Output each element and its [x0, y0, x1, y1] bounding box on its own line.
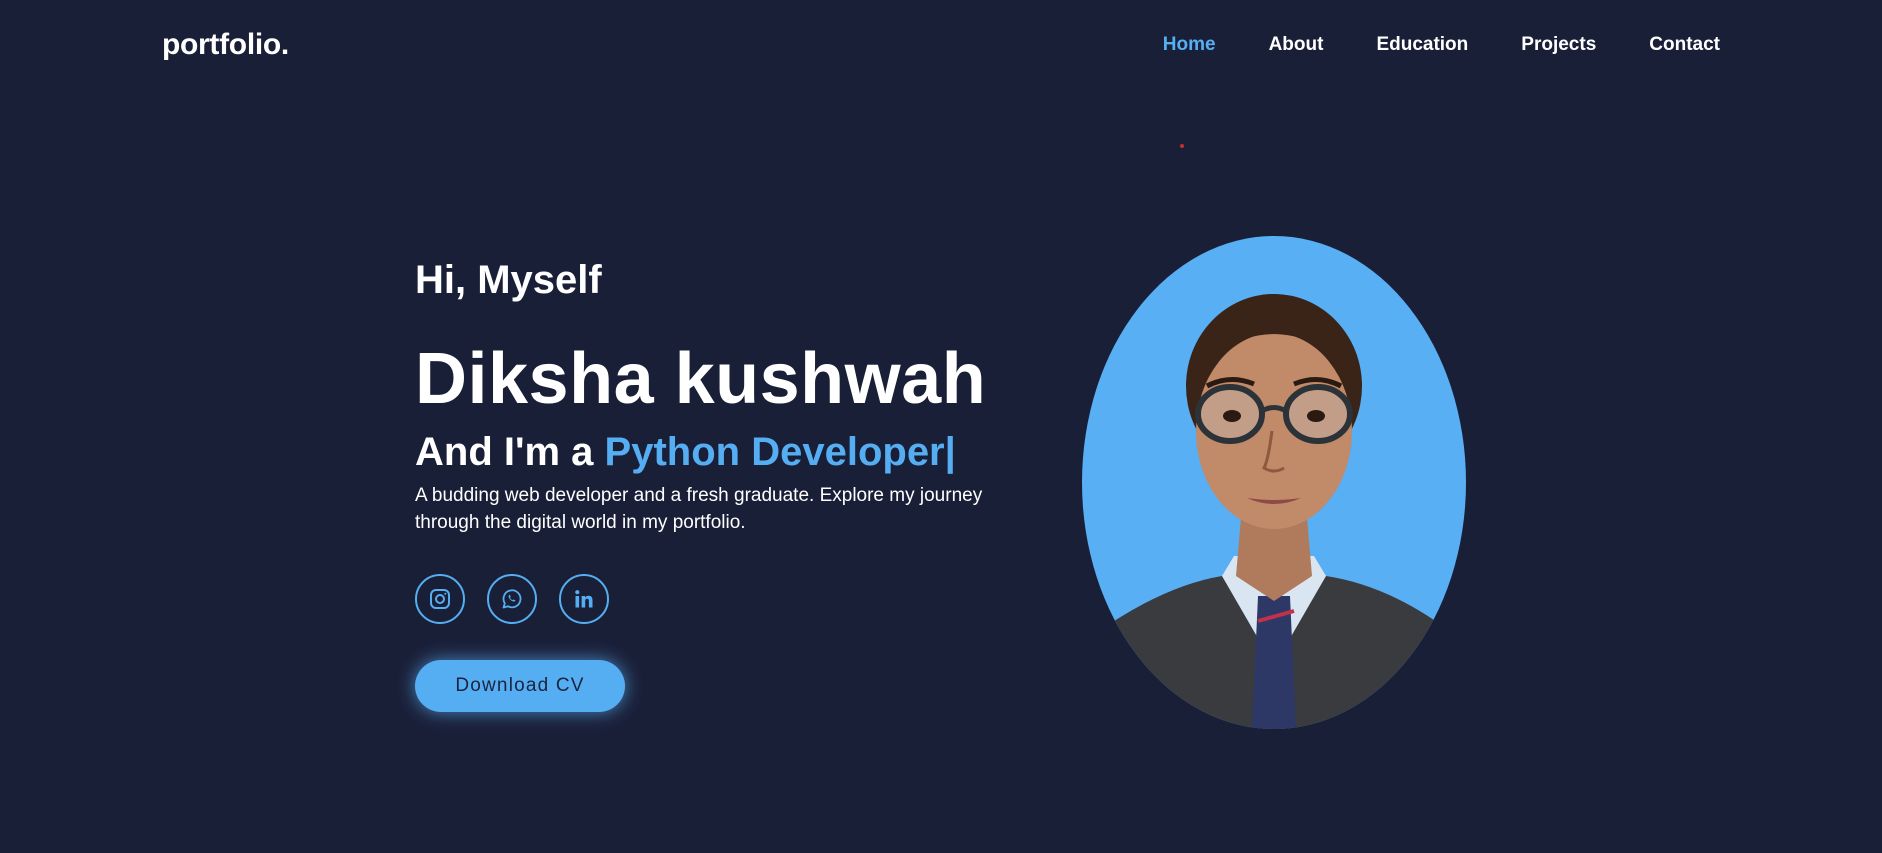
role-highlight: Python Developer|	[604, 430, 956, 474]
instagram-link[interactable]	[415, 574, 465, 624]
nav-projects[interactable]: Projects	[1521, 34, 1596, 56]
nav-contact[interactable]: Contact	[1649, 34, 1720, 56]
nav-education[interactable]: Education	[1376, 34, 1468, 56]
download-cv-button[interactable]: Download CV	[415, 660, 625, 712]
profile-photo	[1082, 236, 1466, 729]
decorative-dot	[1180, 144, 1184, 148]
role-prefix: And I'm a	[415, 430, 594, 474]
logo[interactable]: portfolio.	[162, 28, 289, 62]
main-nav: Home About Education Projects Contact	[1163, 34, 1720, 56]
nav-home[interactable]: Home	[1163, 34, 1216, 56]
nav-about[interactable]: About	[1269, 34, 1324, 56]
page: portfolio. Home About Education Projects…	[0, 0, 1882, 853]
whatsapp-icon	[502, 589, 522, 609]
whatsapp-link[interactable]	[487, 574, 537, 624]
hero-name: Diksha kushwah	[415, 339, 987, 419]
instagram-icon	[430, 589, 450, 609]
linkedin-link[interactable]	[559, 574, 609, 624]
social-links	[415, 574, 609, 624]
hero-greeting: Hi, Myself	[415, 258, 602, 302]
profile-illustration	[1082, 294, 1466, 729]
linkedin-icon	[575, 590, 593, 608]
hero-role: And I'm a Python Developer|	[415, 430, 956, 475]
hero-description: A budding web developer and a fresh grad…	[415, 485, 983, 533]
